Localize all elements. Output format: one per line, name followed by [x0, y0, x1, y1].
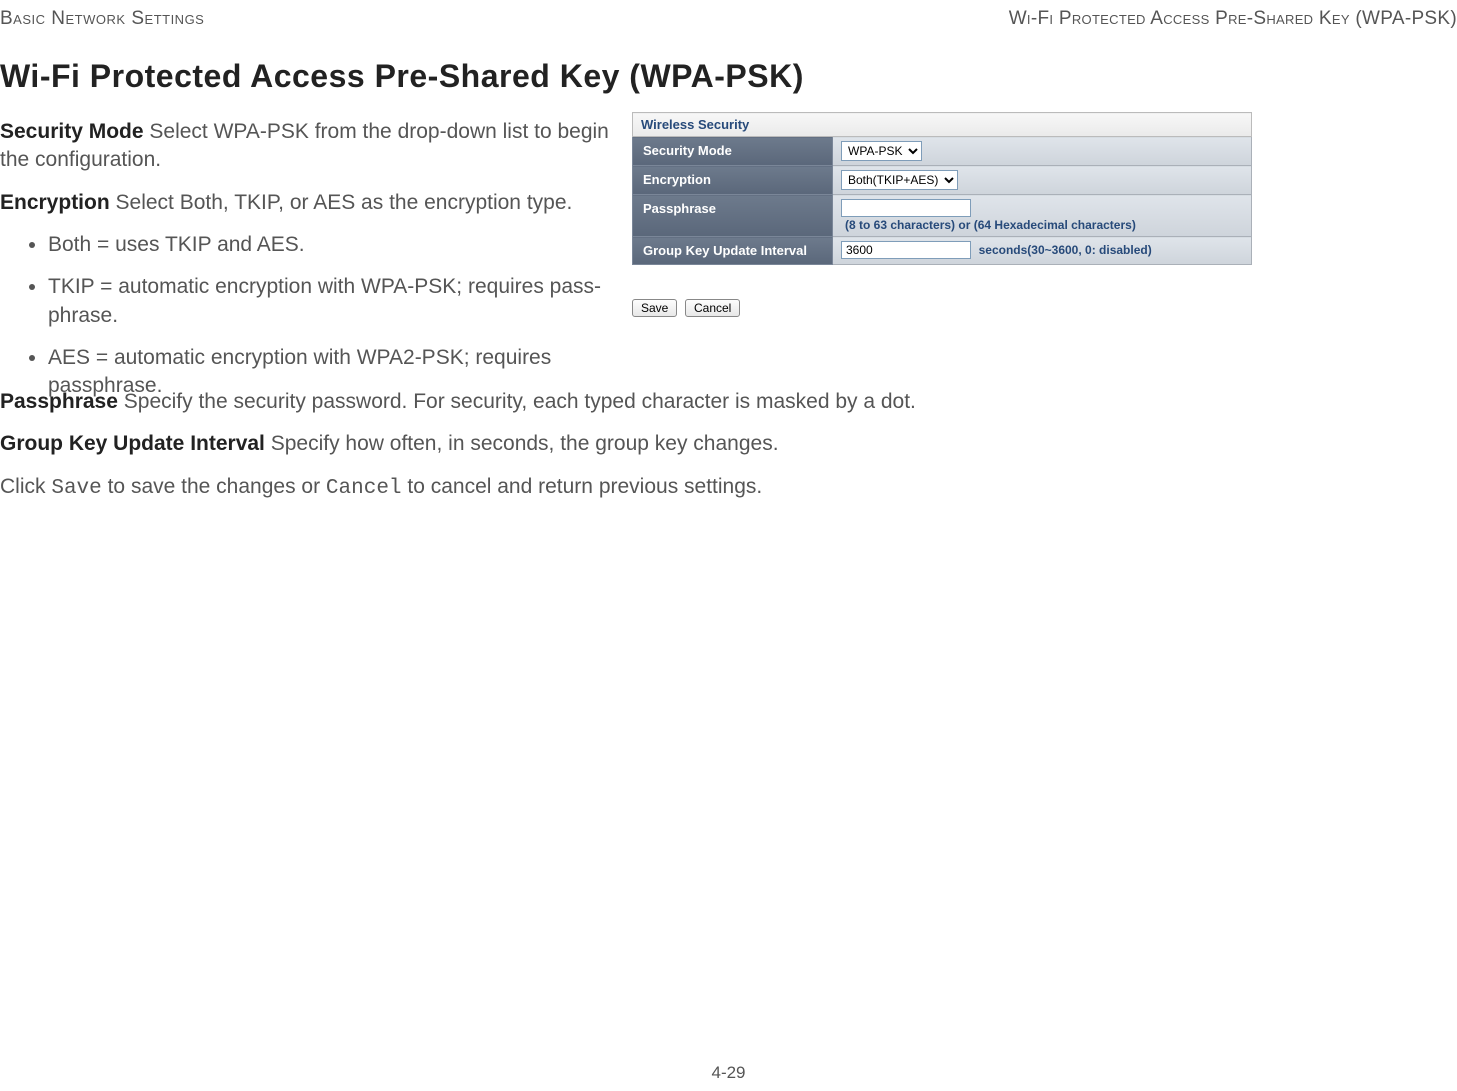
para-save-cancel: Click Save to save the changes or Cancel…: [0, 473, 1400, 503]
wireless-security-table: Wireless Security Security Mode WPA-PSK …: [632, 112, 1252, 265]
page-number: 4-29: [711, 1063, 745, 1083]
label-gkui: Group Key Update Interval: [0, 432, 265, 455]
table-row: Encryption Both(TKIP+AES): [633, 166, 1252, 195]
wireless-security-panel: Wireless Security Security Mode WPA-PSK …: [632, 112, 1252, 321]
page-title: Wi-Fi Protected Access Pre-Shared Key (W…: [0, 58, 804, 95]
header-left: Basic Network Settings: [0, 8, 204, 30]
para-passphrase: Passphrase Specify the security password…: [0, 388, 1400, 416]
click-prefix: Click: [0, 475, 51, 498]
row-label-passphrase: Passphrase: [633, 195, 833, 237]
encryption-bullet-list: Both = uses TKIP and AES. TKIP = automat…: [0, 231, 615, 401]
row-field-security-mode: WPA-PSK: [833, 137, 1252, 166]
row-field-passphrase: (8 to 63 characters) or (64 Hexadecimal …: [833, 195, 1252, 237]
button-row: Save Cancel: [632, 295, 1252, 321]
list-item: Both = uses TKIP and AES.: [48, 231, 615, 259]
text-gkui: Specify how often, in seconds, the group…: [265, 432, 779, 455]
header-right: Wi-Fi Protected Access Pre-Shared Key (W…: [1009, 8, 1457, 30]
para-gkui: Group Key Update Interval Specify how of…: [0, 430, 1400, 458]
label-encryption: Encryption: [0, 191, 110, 214]
row-field-gkui: seconds(30~3600, 0: disabled): [833, 237, 1252, 265]
row-label-gkui: Group Key Update Interval: [633, 237, 833, 265]
save-mono: Save: [51, 477, 101, 500]
encryption-select[interactable]: Both(TKIP+AES): [841, 170, 958, 190]
section-header: Wireless Security: [633, 113, 1252, 137]
save-button[interactable]: Save: [632, 299, 677, 317]
label-security-mode: Security Mode: [0, 120, 144, 143]
cancel-mono: Cancel: [326, 477, 402, 500]
click-mid: to save the changes or: [102, 475, 326, 498]
click-suffix: to cancel and return previous settings.: [402, 475, 763, 498]
text-encryption: Select Both, TKIP, or AES as the encrypt…: [110, 191, 573, 214]
row-label-security-mode: Security Mode: [633, 137, 833, 166]
body-text-column: Security Mode Select WPA-PSK from the dr…: [0, 118, 615, 415]
gkui-input[interactable]: [841, 241, 971, 259]
passphrase-input[interactable]: [841, 199, 971, 217]
passphrase-hint: (8 to 63 characters) or (64 Hexadecimal …: [845, 218, 1136, 232]
text-passphrase: Specify the security password. For secur…: [118, 390, 916, 413]
para-encryption: Encryption Select Both, TKIP, or AES as …: [0, 189, 615, 217]
cancel-button[interactable]: Cancel: [685, 299, 740, 317]
row-label-encryption: Encryption: [633, 166, 833, 195]
table-row: Group Key Update Interval seconds(30~360…: [633, 237, 1252, 265]
table-row: Security Mode WPA-PSK: [633, 137, 1252, 166]
para-security-mode: Security Mode Select WPA-PSK from the dr…: [0, 118, 615, 175]
table-row: Passphrase (8 to 63 characters) or (64 H…: [633, 195, 1252, 237]
security-mode-select[interactable]: WPA-PSK: [841, 141, 922, 161]
gkui-hint: seconds(30~3600, 0: disabled): [979, 243, 1152, 257]
list-item: TKIP = automatic encryption with WPA-PSK…: [48, 273, 615, 330]
body-text-fullwidth: Passphrase Specify the security password…: [0, 388, 1400, 517]
row-field-encryption: Both(TKIP+AES): [833, 166, 1252, 195]
label-passphrase: Passphrase: [0, 390, 118, 413]
